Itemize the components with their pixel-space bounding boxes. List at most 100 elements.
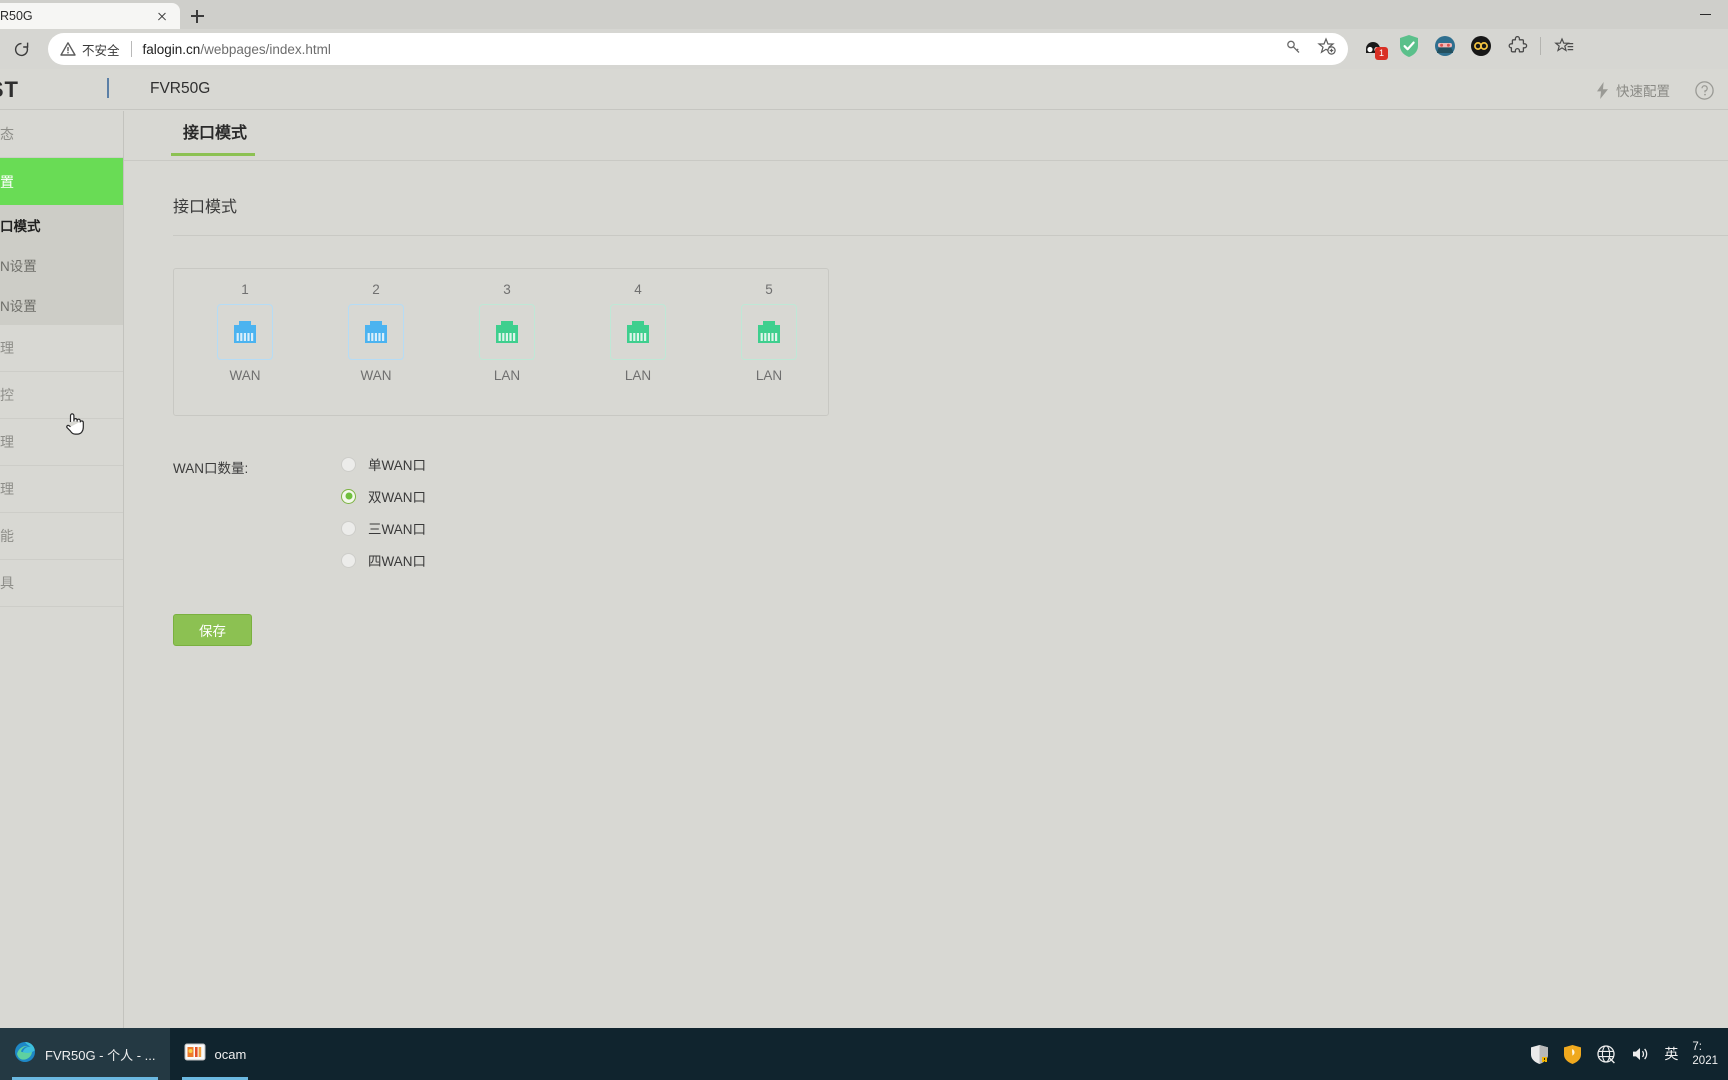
collections-icon[interactable] <box>1551 33 1577 59</box>
port-type-label: LAN <box>624 368 652 383</box>
add-favorite-icon[interactable] <box>1317 37 1336 61</box>
sidebar-item-label: 理 <box>0 434 14 450</box>
radio-option-single-wan[interactable]: 单WAN口 <box>341 454 426 474</box>
sidebar-item-lan-settings[interactable]: N设置 <box>0 285 123 325</box>
router-body: 态 置 口模式 N设置 N设置 理 控 理 理 能 具 接口模式 接口模式 1 … <box>0 111 1728 1028</box>
user-avatar-extension-icon[interactable] <box>1432 33 1458 59</box>
port-icon-frame <box>348 304 404 360</box>
rj45-port-icon <box>234 321 256 343</box>
port-type-label: LAN <box>755 368 783 383</box>
extensions-puzzle-icon[interactable] <box>1504 33 1530 59</box>
rj45-port-icon <box>365 321 387 343</box>
radio-button[interactable] <box>341 456 356 472</box>
network-globe-icon[interactable] <box>1596 1044 1616 1064</box>
sidebar-item-interface-mode[interactable]: 口模式 <box>0 205 123 245</box>
adblock-extension-icon[interactable]: 1 <box>1360 33 1388 60</box>
taskbar-clock[interactable]: 7: 2021 <box>1692 1040 1718 1068</box>
port-type-label: WAN <box>229 368 261 383</box>
help-icon[interactable] <box>1695 81 1714 105</box>
security-shield-icon[interactable] <box>1563 1044 1582 1064</box>
taskbar-item-edge[interactable]: FVR50G - 个人 - ... <box>0 1028 170 1080</box>
port-2[interactable]: 2 WAN <box>341 282 411 383</box>
port-icon-frame <box>479 304 535 360</box>
tab-active-indicator <box>171 153 255 156</box>
taskbar-item-ocam[interactable]: ocam <box>170 1028 261 1080</box>
port-5[interactable]: 5 LAN <box>734 282 804 383</box>
radio-button[interactable] <box>341 520 356 536</box>
sidebar-item-label: 口模式 <box>0 219 41 234</box>
router-model-label: FVR50G <box>150 80 211 97</box>
port-icon-frame <box>610 304 666 360</box>
reload-icon[interactable] <box>6 34 36 64</box>
quick-config-button[interactable]: 快速配置 <box>1596 80 1670 100</box>
sidebar-item-label: 控 <box>0 387 14 403</box>
security-status-label: 不安全 <box>82 43 120 58</box>
port-type-label: LAN <box>493 368 521 383</box>
radio-label: 三WAN口 <box>368 522 426 537</box>
port-icon-frame <box>217 304 273 360</box>
browser-tab[interactable]: FVR50G <box>0 3 180 29</box>
url-host: falogin.cn <box>142 41 201 57</box>
quick-config-label: 快速配置 <box>1616 84 1670 99</box>
system-tray: 英 7: 2021 <box>1530 1040 1728 1068</box>
sidebar-item-label: 置 <box>0 173 14 190</box>
radio-option-dual-wan[interactable]: 双WAN口 <box>341 486 426 506</box>
section-divider <box>173 235 1728 236</box>
ime-language-indicator[interactable]: 英 <box>1664 1044 1678 1064</box>
sidebar-item-management-3[interactable]: 理 <box>0 466 123 513</box>
sidebar-item-wan-settings[interactable]: N设置 <box>0 245 123 285</box>
radio-label: 四WAN口 <box>368 554 426 569</box>
save-button[interactable]: 保存 <box>173 614 252 646</box>
rj45-port-icon <box>496 321 518 343</box>
tab-interface-mode[interactable]: 接口模式 <box>171 119 259 153</box>
port-1[interactable]: 1 WAN <box>210 282 280 383</box>
sidebar-item-label: 理 <box>0 481 14 497</box>
wan-count-radio-group: 单WAN口 双WAN口 三WAN口 四WAN口 <box>341 454 426 570</box>
infinity-extension-icon[interactable] <box>1468 33 1494 59</box>
header-divider <box>107 78 109 98</box>
radio-option-triple-wan[interactable]: 三WAN口 <box>341 518 426 538</box>
sidebar-item-label: 具 <box>0 575 14 591</box>
radio-option-quad-wan[interactable]: 四WAN口 <box>341 550 426 570</box>
port-number: 4 <box>634 282 642 297</box>
browser-toolbar: 不安全 falogin.cn/webpages/index.html 1 <box>0 29 1728 69</box>
windows-defender-icon[interactable] <box>1530 1044 1549 1064</box>
port-diagram: 1 WAN 2 WAN 3 LAN 4 LAN 5 LAN <box>173 268 829 416</box>
password-key-icon[interactable] <box>1285 38 1303 61</box>
router-header: AST FVR50G 快速配置 <box>0 69 1728 110</box>
sidebar-item-management-2[interactable]: 理 <box>0 419 123 466</box>
close-tab-icon[interactable] <box>154 8 170 24</box>
sidebar-item-label: N设置 <box>0 299 37 314</box>
toolbar-divider <box>1540 37 1541 55</box>
clock-date: 2021 <box>1692 1055 1718 1067</box>
section-title: 接口模式 <box>173 199 238 216</box>
minimize-icon[interactable] <box>1682 0 1728 29</box>
port-4[interactable]: 4 LAN <box>603 282 673 383</box>
port-number: 2 <box>372 282 380 297</box>
rj45-port-icon <box>758 321 780 343</box>
tab-strip: FVR50G <box>0 0 1728 29</box>
wan-count-label: WAN口数量: <box>173 461 249 476</box>
port-list: 1 WAN 2 WAN 3 LAN 4 LAN 5 LAN <box>174 269 828 383</box>
brand-logo: AST <box>0 77 19 102</box>
radio-button[interactable] <box>341 552 356 568</box>
sidebar-item-status[interactable]: 态 <box>0 111 123 158</box>
lightning-bolt-icon <box>1597 81 1608 99</box>
sidebar-item-settings[interactable]: 置 <box>0 158 123 205</box>
radio-button-selected[interactable] <box>341 488 356 504</box>
new-tab-icon[interactable] <box>183 3 211 29</box>
rj45-port-icon <box>627 321 649 343</box>
sidebar-item-features[interactable]: 能 <box>0 513 123 560</box>
sidebar-item-management-1[interactable]: 理 <box>0 325 123 372</box>
speaker-volume-icon[interactable] <box>1630 1045 1650 1063</box>
sidebar-item-label: 态 <box>0 126 14 142</box>
sidebar-item-tools[interactable]: 具 <box>0 560 123 607</box>
port-3[interactable]: 3 LAN <box>472 282 542 383</box>
taskbar-item-label: ocam <box>214 1046 247 1062</box>
adguard-extension-icon[interactable] <box>1396 33 1422 59</box>
content-tabbar: 接口模式 <box>124 111 1728 161</box>
port-number: 1 <box>241 282 249 297</box>
address-bar[interactable]: 不安全 falogin.cn/webpages/index.html <box>48 33 1348 65</box>
sidebar-item-monitor[interactable]: 控 <box>0 372 123 419</box>
port-icon-frame <box>741 304 797 360</box>
